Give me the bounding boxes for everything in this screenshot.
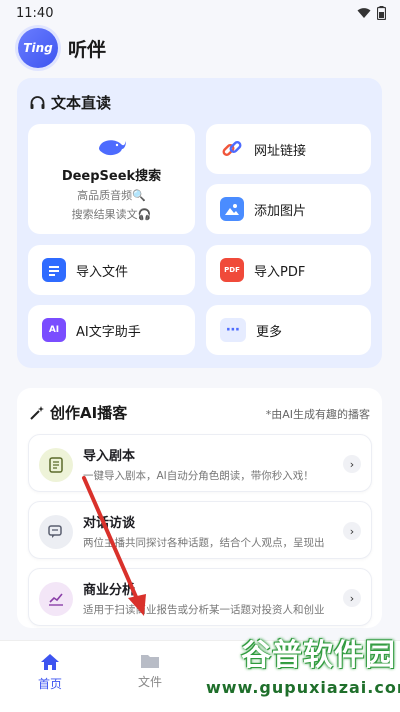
podcast-item-title: 导入剧本 bbox=[83, 449, 136, 464]
text-reading-title: 文本直读 bbox=[51, 94, 112, 112]
chevron-right-icon: › bbox=[343, 522, 361, 540]
url-link-label: 网址链接 bbox=[254, 143, 307, 159]
chevron-right-icon: › bbox=[343, 589, 361, 607]
status-time: 11:40 bbox=[16, 5, 54, 21]
home-icon bbox=[41, 654, 59, 670]
podcast-hint: *由AI生成有趣的播客 bbox=[265, 408, 370, 421]
wifi-icon bbox=[357, 8, 371, 18]
podcast-item-desc: 两位主播共同探讨各种话题，结合个人观点，呈现出 bbox=[83, 537, 325, 549]
add-image-tile[interactable]: 添加图片 bbox=[206, 184, 371, 234]
chart-icon bbox=[39, 582, 73, 616]
nav-home[interactable]: 首页 bbox=[20, 653, 80, 692]
pdf-icon: PDF bbox=[220, 258, 244, 282]
create-podcast-heading: 创作AI播客 bbox=[30, 402, 127, 423]
more-label: 更多 bbox=[256, 324, 283, 340]
url-link-tile[interactable]: 网址链接 bbox=[206, 124, 371, 174]
ai-assistant-label: AI文字助手 bbox=[76, 324, 141, 340]
deepseek-search-tile[interactable]: DeepSeek搜索 高品质音频🔍 搜索结果读文🎧 bbox=[28, 124, 195, 234]
folder-icon bbox=[141, 655, 159, 668]
app-logo: Ting bbox=[18, 28, 58, 68]
watermark-main-text: 谷普软件园 bbox=[241, 638, 396, 673]
nav-home-label: 首页 bbox=[37, 677, 62, 691]
more-tile[interactable]: ⋯ 更多 bbox=[206, 305, 371, 355]
ai-assistant-icon: AI bbox=[42, 318, 66, 342]
deepseek-title: DeepSeek搜索 bbox=[61, 169, 162, 184]
podcast-item-desc: 适用于扫读商业报告或分析某一话题对投资人和创业 bbox=[83, 604, 325, 616]
import-pdf-label: 导入PDF bbox=[254, 264, 306, 280]
text-reading-heading: 文本直读 bbox=[30, 92, 111, 113]
chevron-right-icon: › bbox=[343, 455, 361, 473]
nav-files-label: 文件 bbox=[137, 675, 162, 689]
site-watermark: 谷普软件园 www.gupuxiazai.com bbox=[206, 630, 400, 706]
add-image-label: 添加图片 bbox=[254, 203, 307, 219]
script-icon bbox=[39, 448, 73, 482]
app-header: Ting 听伴 bbox=[18, 28, 106, 68]
nav-files[interactable]: 文件 bbox=[120, 653, 180, 690]
image-icon bbox=[220, 197, 244, 221]
podcast-item-desc: 一键导入剧本，AI自动分角色朗读，带你秒入戏！ bbox=[83, 470, 314, 482]
create-podcast-title: 创作AI播客 bbox=[50, 404, 128, 422]
magic-wand-icon bbox=[30, 405, 44, 420]
link-icon bbox=[222, 141, 242, 156]
podcast-item-title: 商业分析 bbox=[83, 583, 136, 598]
import-file-tile[interactable]: 导入文件 bbox=[28, 245, 195, 295]
ai-assistant-tile[interactable]: AI AI文字助手 bbox=[28, 305, 195, 355]
headphones-icon bbox=[30, 95, 45, 109]
import-pdf-tile[interactable]: PDF 导入PDF bbox=[206, 245, 371, 295]
status-bar: 11:40 bbox=[0, 0, 400, 26]
watermark-url-text: www.gupuxiazai.com bbox=[206, 678, 400, 697]
import-file-label: 导入文件 bbox=[76, 264, 129, 280]
deepseek-whale-icon bbox=[98, 140, 126, 156]
podcast-item-title: 对话访谈 bbox=[83, 516, 136, 531]
deepseek-subtitle-1: 高品质音频🔍 bbox=[77, 189, 146, 202]
podcast-item-dialog[interactable]: 对话访谈 两位主播共同探讨各种话题，结合个人观点，呈现出 › bbox=[28, 501, 372, 559]
status-icons bbox=[357, 6, 386, 20]
more-icon: ⋯ bbox=[220, 318, 246, 342]
dialog-icon bbox=[39, 515, 73, 549]
app-title: 听伴 bbox=[68, 38, 107, 61]
podcast-item-business-analysis[interactable]: 商业分析 适用于扫读商业报告或分析某一话题对投资人和创业 › bbox=[28, 568, 372, 626]
deepseek-subtitle-2: 搜索结果读文🎧 bbox=[71, 208, 152, 221]
battery-icon bbox=[377, 6, 386, 20]
file-icon bbox=[42, 258, 66, 282]
podcast-item-import-script[interactable]: 导入剧本 一键导入剧本，AI自动分角色朗读，带你秒入戏！ › bbox=[28, 434, 372, 492]
